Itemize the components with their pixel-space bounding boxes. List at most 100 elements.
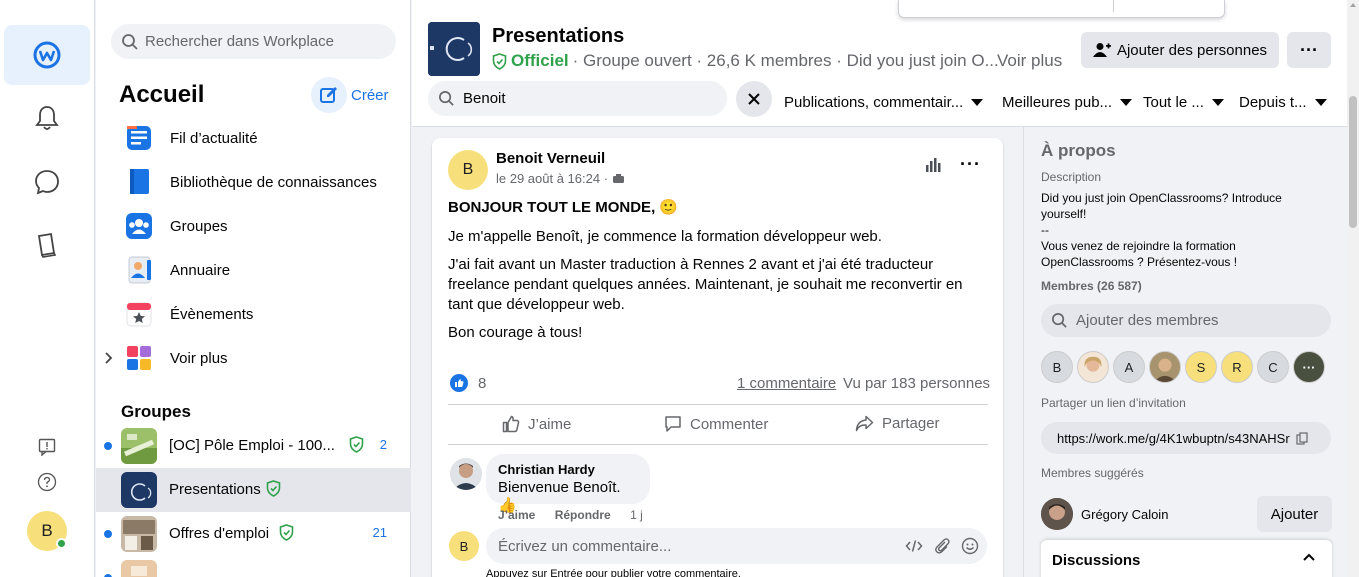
nav-item-events[interactable]: Évènements	[96, 292, 411, 336]
share-button[interactable]: Partager	[855, 415, 940, 432]
reactions-count[interactable]: 8	[450, 374, 486, 392]
group-item-pole-emploi[interactable]: [OC] Pôle Emploi - 100... 2	[96, 424, 411, 468]
group-label: [OC] Pôle Emploi - 100...	[169, 437, 335, 454]
nav-item-news-feed[interactable]: Fil d’actualité	[96, 116, 411, 160]
member-avatar[interactable]: A	[1113, 351, 1145, 383]
post-author[interactable]: Benoit Verneuil	[496, 150, 605, 167]
help-icon[interactable]	[36, 471, 58, 493]
create-label: Créer	[351, 86, 389, 104]
group-label: Offres d'emploi	[169, 525, 270, 542]
code-icon[interactable]	[905, 537, 923, 555]
dropdown-arrow-icon	[1314, 99, 1327, 106]
post-card: B Benoit Verneuil le 29 août à 16:24 · ·…	[432, 138, 1003, 577]
member-avatar[interactable]	[1149, 351, 1181, 383]
add-person-icon	[1092, 43, 1111, 57]
chevron-up-icon	[1303, 553, 1315, 561]
like-label: J’aime	[528, 415, 572, 433]
seen-by-count[interactable]: Vu par 183 personnes	[843, 375, 990, 392]
group-item-presentations[interactable]: Presentations	[96, 468, 411, 512]
close-icon	[748, 93, 760, 105]
dropdown-arrow-icon	[1211, 99, 1224, 106]
author-avatar[interactable]: B	[448, 150, 488, 190]
comment-like-link[interactable]: J’aime	[498, 508, 535, 522]
nav-item-label: Évènements	[170, 305, 254, 323]
post-paragraph: J'ai fait avant un Master traduction à R…	[448, 256, 963, 313]
member-avatar[interactable]: B	[1041, 351, 1073, 383]
like-reaction-icon	[450, 374, 468, 392]
emoji-icon[interactable]	[961, 537, 979, 555]
unread-count: 21	[372, 525, 387, 540]
filter-sort[interactable]: Meilleures pub...	[1002, 94, 1133, 111]
members-count[interactable]: Membres (26 587)	[1041, 279, 1142, 293]
comment-input[interactable]: Écrivez un commentaire...	[486, 528, 987, 564]
like-button[interactable]: J’aime	[502, 415, 571, 433]
group-title[interactable]: Presentations	[492, 25, 624, 48]
post-more-options-button[interactable]: ···	[960, 154, 981, 175]
user-avatar-initial: B	[41, 521, 53, 540]
nav-item-knowledge-library[interactable]: Bibliothèque de connaissances	[96, 160, 411, 204]
thumbs-up-icon	[502, 415, 520, 433]
nav-item-see-more[interactable]: Voir plus	[96, 336, 411, 380]
nav-item-directory[interactable]: Annuaire	[96, 248, 411, 292]
member-avatar[interactable]: C	[1257, 351, 1289, 383]
feedback-icon[interactable]	[36, 436, 58, 458]
chevron-right-icon	[105, 352, 113, 364]
group-item-partial[interactable]	[96, 556, 411, 577]
add-people-button[interactable]: Ajouter des personnes	[1081, 32, 1279, 68]
nav-item-label: Bibliothèque de connaissances	[170, 173, 377, 191]
nav-item-label: Fil d’actualité	[170, 129, 258, 147]
comment-author[interactable]: Christian Hardy	[498, 462, 638, 477]
filter-label: Tout le ...	[1143, 94, 1204, 111]
comment-time[interactable]: 1 j	[630, 508, 643, 522]
filter-author[interactable]: Tout le ...	[1143, 94, 1224, 111]
workplace-search-input[interactable]: Rechercher dans Workplace	[111, 24, 396, 59]
group-search-input[interactable]: Benoit	[428, 81, 727, 116]
clear-search-button[interactable]	[736, 81, 772, 117]
create-button[interactable]: Créer	[311, 77, 389, 113]
scrollbar-thumb[interactable]	[1349, 96, 1357, 228]
scroll-up-arrow-icon[interactable]	[1350, 3, 1356, 7]
description-line: Vous venez de rejoindre la formation Ope…	[1041, 239, 1238, 269]
news-feed-icon	[124, 123, 154, 153]
add-suggested-member-button[interactable]: Ajouter	[1257, 496, 1332, 532]
nav-item-groups[interactable]: Groupes	[96, 204, 411, 248]
member-avatar[interactable]: R	[1221, 351, 1253, 383]
group-item-job-offers[interactable]: Offres d'emploi 21	[96, 512, 411, 556]
copy-icon[interactable]	[1296, 431, 1308, 445]
attachment-icon[interactable]	[933, 537, 951, 555]
workplace-logo-icon[interactable]	[4, 25, 90, 85]
user-avatar[interactable]: B	[27, 511, 67, 551]
search-placeholder: Rechercher dans Workplace	[145, 33, 334, 50]
post-date-text: le 29 août à 16:24 ·	[496, 171, 609, 186]
filter-label: Publications, commentair...	[784, 94, 964, 111]
commenter-avatar[interactable]	[450, 458, 482, 490]
group-thumbnail	[121, 560, 157, 577]
discussions-panel-header[interactable]: Discussions	[1041, 540, 1332, 577]
see-more-link[interactable]: Voir plus	[997, 51, 1062, 71]
add-members-input[interactable]: Ajouter des membres	[1041, 304, 1331, 337]
knowledge-book-icon[interactable]	[4, 215, 90, 275]
post-timestamp[interactable]: le 29 août à 16:24 ·	[496, 171, 625, 186]
post-insights-icon[interactable]	[925, 158, 941, 175]
comment-reply-link[interactable]: Répondre	[555, 508, 611, 522]
page-scrollbar[interactable]	[1347, 0, 1359, 577]
member-avatar[interactable]: S	[1185, 351, 1217, 383]
group-label: Presentations	[169, 481, 261, 498]
unread-dot	[104, 530, 112, 538]
chat-icon[interactable]	[4, 152, 90, 212]
audience-icon	[612, 174, 624, 183]
filter-date[interactable]: Depuis t...	[1239, 94, 1327, 111]
comment-button[interactable]: Commenter	[664, 415, 768, 433]
suggested-member-avatar[interactable]	[1041, 498, 1073, 530]
invite-link-field[interactable]: https://work.me/g/4K1wbuptn/s43NAHSr	[1041, 422, 1331, 454]
official-shield-icon	[349, 436, 364, 456]
comments-count-link[interactable]: 1 commentaire	[737, 375, 836, 392]
more-members-button[interactable]: ···	[1293, 351, 1325, 383]
dropdown-arrow-icon	[971, 99, 984, 106]
member-avatar[interactable]	[1077, 351, 1109, 383]
more-options-button[interactable]: ···	[1287, 32, 1331, 68]
suggested-member-name[interactable]: Grégory Caloin	[1081, 507, 1168, 522]
group-thumbnail	[121, 472, 157, 508]
filter-post-type[interactable]: Publications, commentair...	[784, 94, 984, 111]
notifications-bell-icon[interactable]	[4, 88, 90, 148]
